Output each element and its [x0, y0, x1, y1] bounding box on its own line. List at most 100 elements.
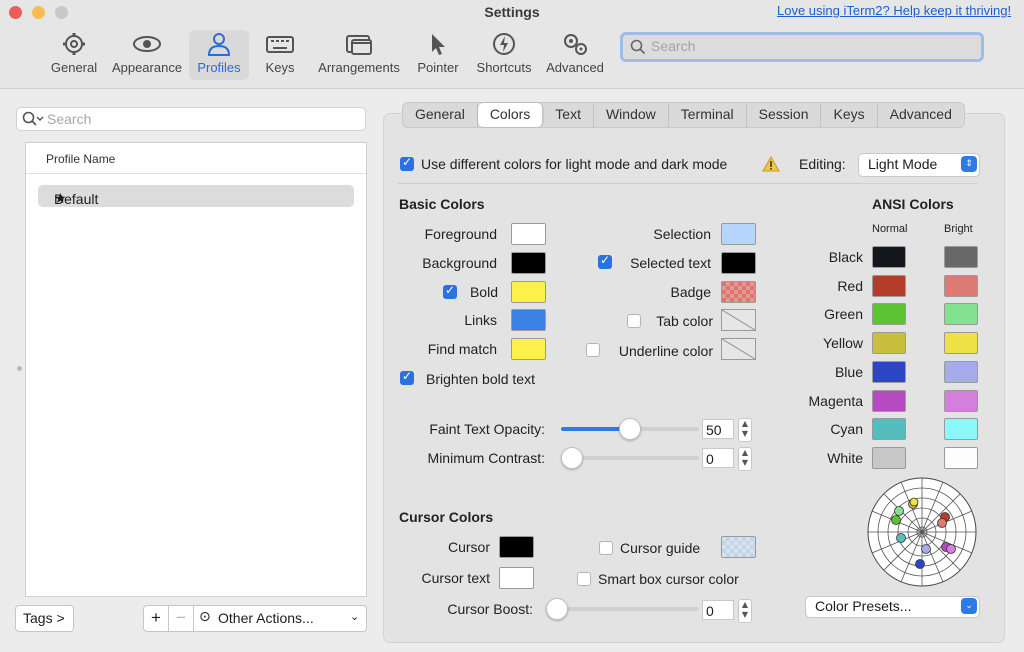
tab-session[interactable]: Session	[747, 103, 822, 127]
tab-general[interactable]: General	[403, 103, 478, 127]
add-profile-button[interactable]: +	[143, 605, 169, 632]
ansi-white-label: White	[827, 450, 863, 466]
ansi-black-bright-swatch[interactable]	[944, 246, 978, 268]
ansi-yellow-bright-swatch[interactable]	[944, 332, 978, 354]
profile-name-column-header[interactable]: Profile Name	[26, 143, 366, 174]
profile-list: Profile Name ★ Default	[25, 142, 367, 597]
pointer-icon	[432, 34, 445, 55]
underline-color-checkbox[interactable]	[586, 343, 600, 357]
settings-search-field[interactable]: Search	[620, 32, 984, 62]
toolbar-keys[interactable]: Keys	[260, 30, 300, 80]
tab-color-checkbox[interactable]	[627, 314, 641, 328]
underline-color-label: Underline color	[618, 343, 713, 359]
toolbar-shortcuts-label: Shortcuts	[476, 60, 532, 75]
selection-swatch[interactable]	[721, 223, 756, 245]
settings-search-placeholder: Search	[651, 38, 696, 54]
toolbar-general[interactable]: General	[48, 30, 100, 80]
tags-button[interactable]: Tags >	[15, 605, 74, 632]
toolbar-appearance[interactable]: Appearance	[110, 30, 184, 80]
bold-swatch[interactable]	[511, 281, 546, 303]
ansi-magenta-bright-swatch[interactable]	[944, 390, 978, 412]
windows-icon	[346, 35, 372, 55]
find-match-swatch[interactable]	[511, 338, 546, 360]
min-contrast-label: Minimum Contrast:	[427, 450, 545, 466]
cursor-swatch[interactable]	[499, 536, 534, 558]
toolbar-shortcuts[interactable]: Shortcuts	[474, 30, 534, 80]
tab-advanced[interactable]: Advanced	[878, 103, 964, 127]
profile-search-field[interactable]: Search	[16, 107, 366, 131]
ansi-cyan-bright-swatch[interactable]	[944, 418, 978, 440]
ansi-magenta-label: Magenta	[808, 393, 863, 409]
cursor-guide-checkbox[interactable]	[599, 541, 613, 555]
warning-icon[interactable]	[762, 156, 780, 172]
cursor-text-swatch[interactable]	[499, 567, 534, 589]
tab-window[interactable]: Window	[594, 103, 669, 127]
ansi-red-normal-swatch[interactable]	[872, 275, 906, 297]
other-actions-menu[interactable]: ⊙ Other Actions... ⌄	[193, 605, 367, 632]
promo-link[interactable]: Love using iTerm2? Help keep it thriving…	[777, 3, 1011, 18]
other-actions-label: Other Actions...	[218, 610, 314, 626]
cursor-guide-swatch[interactable]	[721, 536, 756, 558]
ansi-yellow-normal-swatch[interactable]	[872, 332, 906, 354]
editing-mode-popup[interactable]: Light Mode ⇕	[858, 153, 980, 177]
keyboard-icon	[266, 36, 294, 53]
min-contrast-stepper[interactable]: ▲ ▼	[738, 447, 752, 471]
badge-swatch[interactable]	[721, 281, 756, 303]
remove-profile-button[interactable]: −	[168, 605, 194, 632]
bold-checkbox[interactable]	[443, 283, 457, 299]
cursor-boost-stepper[interactable]: ▲ ▼	[738, 599, 752, 623]
brighten-bold-label: Brighten bold text	[426, 371, 535, 387]
ansi-white-bright-swatch[interactable]	[944, 447, 978, 469]
cursor-boost-knob[interactable]	[546, 598, 568, 620]
tab-terminal[interactable]: Terminal	[669, 103, 747, 127]
faint-opacity-field[interactable]: 50	[702, 419, 734, 439]
profile-row-default[interactable]: ★ Default	[38, 185, 354, 207]
tab-color-swatch-empty[interactable]	[721, 309, 756, 331]
ansi-magenta-normal-swatch[interactable]	[872, 390, 906, 412]
foreground-label: Foreground	[424, 226, 497, 242]
different-colors-checkbox[interactable]	[400, 155, 414, 171]
ansi-green-normal-swatch[interactable]	[872, 303, 906, 325]
toolbar-pointer[interactable]: Pointer	[414, 30, 462, 80]
selected-text-swatch[interactable]	[721, 252, 756, 274]
foreground-swatch[interactable]	[511, 223, 546, 245]
ansi-cyan-label: Cyan	[830, 421, 863, 437]
cursor-boost-slider[interactable]	[546, 607, 699, 611]
ansi-red-bright-swatch[interactable]	[944, 275, 978, 297]
cursor-boost-field[interactable]: 0	[702, 600, 734, 620]
underline-color-swatch-empty[interactable]	[721, 338, 756, 360]
toolbar-arrangements-label: Arrangements	[318, 60, 400, 75]
person-icon	[207, 33, 231, 56]
ansi-blue-bright-swatch[interactable]	[944, 361, 978, 383]
search-icon	[22, 111, 44, 126]
gear-icon	[63, 33, 85, 55]
ansi-blue-normal-swatch[interactable]	[872, 361, 906, 383]
links-swatch[interactable]	[511, 309, 546, 331]
color-presets-popup[interactable]: Color Presets... ⌄	[805, 596, 980, 618]
split-view-divider-handle[interactable]	[17, 366, 22, 371]
faint-opacity-knob[interactable]	[619, 418, 641, 440]
ansi-white-normal-swatch[interactable]	[872, 447, 906, 469]
toolbar-advanced[interactable]: Advanced	[545, 30, 605, 80]
selected-text-checkbox[interactable]	[598, 253, 612, 269]
min-contrast-knob[interactable]	[561, 447, 583, 469]
smart-box-label: Smart box cursor color	[598, 571, 739, 587]
ansi-black-normal-swatch[interactable]	[872, 246, 906, 268]
tab-keys[interactable]: Keys	[821, 103, 878, 127]
cursor-guide-label: Cursor guide	[620, 540, 701, 556]
tab-colors[interactable]: Colors	[477, 103, 544, 127]
ansi-green-bright-swatch[interactable]	[944, 303, 978, 325]
background-swatch[interactable]	[511, 252, 546, 274]
brighten-bold-checkbox[interactable]	[400, 369, 414, 385]
ansi-blue-label: Blue	[834, 364, 863, 380]
faint-opacity-fill	[561, 427, 627, 431]
tab-text[interactable]: Text	[543, 103, 594, 127]
min-contrast-field[interactable]: 0	[702, 448, 734, 468]
toolbar-general-label: General	[50, 60, 98, 75]
smart-box-checkbox[interactable]	[577, 572, 591, 586]
toolbar-arrangements[interactable]: Arrangements	[316, 30, 402, 80]
faint-opacity-stepper[interactable]: ▲ ▼	[738, 418, 752, 442]
chevron-down-icon: ⌄	[961, 598, 977, 614]
toolbar-profiles[interactable]: Profiles	[189, 30, 249, 80]
ansi-cyan-normal-swatch[interactable]	[872, 418, 906, 440]
